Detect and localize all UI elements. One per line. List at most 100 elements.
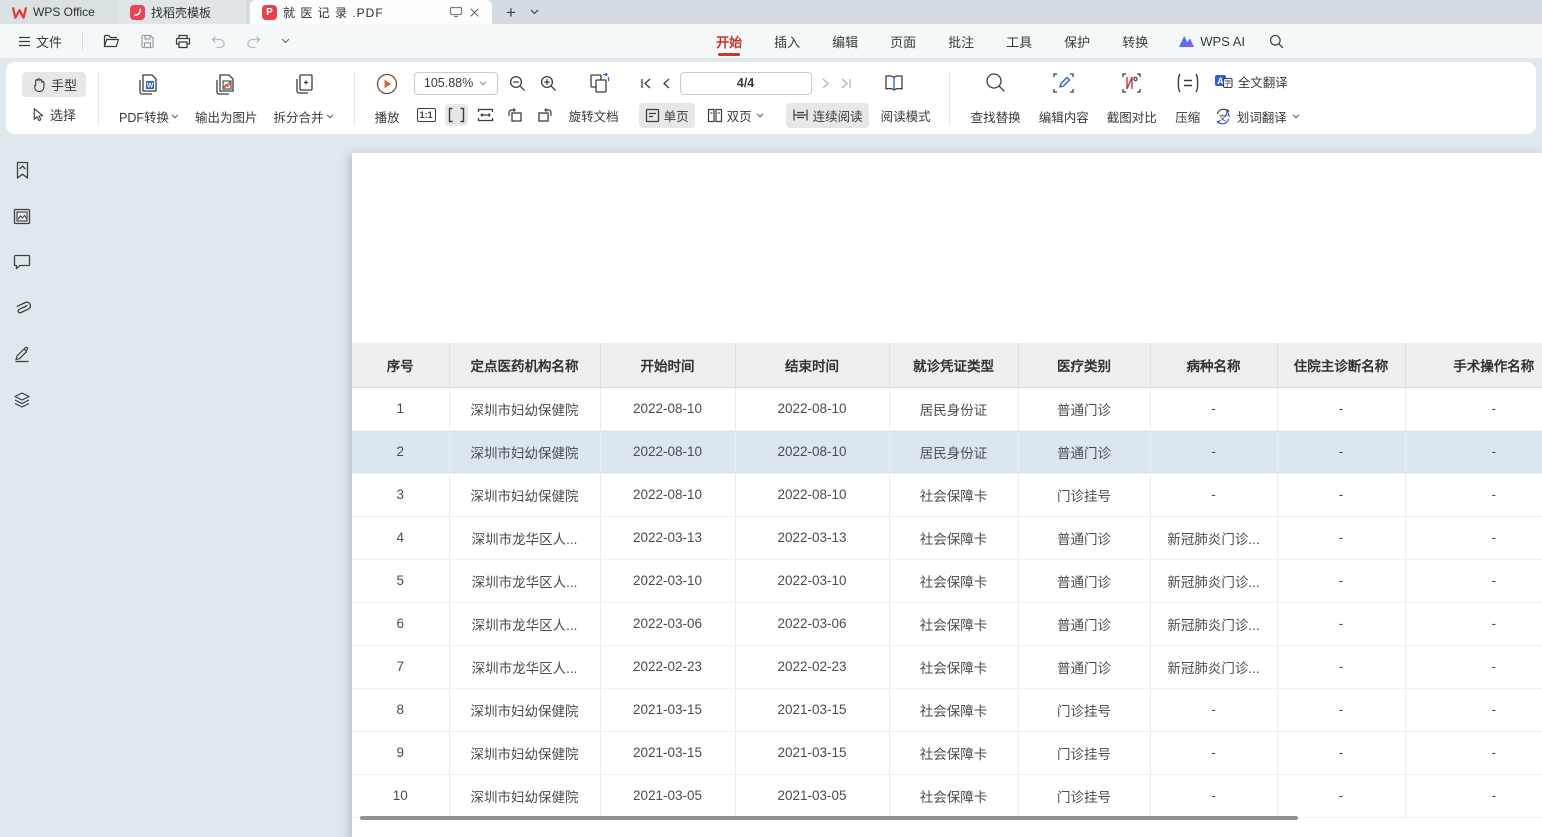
menu-tab-6[interactable]: 保护	[1048, 26, 1106, 57]
table-cell: 普通门诊	[1018, 387, 1150, 430]
cursor-icon	[31, 107, 45, 122]
play-button[interactable]: 播放	[367, 70, 408, 128]
table-row: 8深圳市妇幼保健院2021-03-152021-03-15社会保障卡门诊挂号--…	[352, 688, 1542, 731]
pdf-convert-button[interactable]: W PDF转换	[111, 70, 187, 128]
full-translate-icon: A 字	[1214, 74, 1233, 89]
first-page-button[interactable]	[640, 78, 652, 89]
rotate-document-button[interactable]: 旋转文档	[563, 103, 625, 128]
svg-text:A: A	[1224, 110, 1230, 119]
continuous-read-button[interactable]: 连续阅读	[786, 103, 869, 128]
undo-history-chevron-icon[interactable]	[275, 36, 296, 46]
layers-panel-button[interactable]	[10, 388, 34, 412]
bookmarks-panel-button[interactable]	[10, 158, 34, 182]
menu-tab-0[interactable]: 开始	[700, 26, 758, 57]
monitor-icon[interactable]	[449, 6, 463, 18]
zoom-out-button[interactable]	[506, 72, 529, 95]
single-page-button[interactable]: 单页	[639, 103, 695, 128]
tab-wps-home[interactable]: WPS Office	[0, 0, 118, 24]
read-mode-icon-slot[interactable]	[880, 70, 908, 96]
menu-tab-4[interactable]: 批注	[932, 26, 990, 57]
double-page-button[interactable]: 双页	[701, 103, 770, 128]
undo-button[interactable]	[205, 33, 232, 50]
select-tool-button[interactable]: 选择	[22, 102, 86, 127]
table-cell: -	[1405, 387, 1542, 430]
signature-panel-button[interactable]	[10, 342, 34, 366]
menu-tab-2[interactable]: 编辑	[816, 26, 874, 57]
single-page-label: 单页	[664, 106, 689, 125]
find-replace-button[interactable]: 查找替换	[962, 70, 1030, 128]
tab-docer-templates[interactable]: 找稻壳模板	[118, 0, 246, 24]
menu-tab-7[interactable]: 转换	[1106, 26, 1164, 57]
compress-button[interactable]: 压缩	[1166, 70, 1210, 128]
column-header-2: 开始时间	[600, 343, 735, 387]
next-page-button[interactable]	[822, 78, 830, 89]
window-tab-bar: WPS Office 找稻壳模板 P 就 医 记 录 .PDF +	[0, 0, 1542, 24]
menu-tab-5[interactable]: 工具	[990, 26, 1048, 57]
print-button[interactable]	[169, 32, 197, 51]
new-tab-button[interactable]: +	[506, 4, 516, 21]
table-cell: 社会保障卡	[889, 516, 1018, 559]
export-image-button[interactable]: 输出为图片	[187, 70, 266, 128]
table-cell: -	[1277, 688, 1405, 731]
rotate-left-button[interactable]	[503, 104, 527, 126]
table-cell: 普通门诊	[1018, 430, 1150, 473]
wps-ai-button[interactable]: WPS AI	[1164, 34, 1259, 49]
hamburger-icon	[18, 36, 31, 47]
hand-tool-button[interactable]: 手型	[22, 72, 86, 97]
zoom-in-button[interactable]	[537, 72, 560, 95]
export-image-label: 输出为图片	[195, 107, 258, 126]
table-cell: 深圳市妇幼保健院	[449, 387, 600, 430]
word-translate-button[interactable]: 文 A 划词翻译	[1214, 107, 1300, 126]
full-translate-button[interactable]: A 字 全文翻译	[1214, 72, 1300, 91]
split-merge-button[interactable]: 拆分合并	[266, 70, 342, 128]
redo-button[interactable]	[240, 33, 267, 50]
table-cell: -	[1150, 430, 1277, 473]
layers-icon	[13, 391, 31, 409]
chevron-down-icon	[1292, 114, 1300, 119]
file-menu-button[interactable]: 文件	[12, 29, 68, 54]
fit-width-button[interactable]	[474, 105, 497, 125]
table-cell: 2022-03-13	[735, 516, 889, 559]
table-cell: 2	[352, 430, 449, 473]
rotate-right-button[interactable]	[533, 104, 557, 126]
tab-list-chevron-icon[interactable]	[530, 9, 539, 15]
comments-panel-button[interactable]	[10, 250, 34, 274]
screenshot-compare-button[interactable]: 截图对比	[1098, 70, 1166, 128]
horizontal-scrollbar[interactable]	[360, 816, 1298, 820]
save-button[interactable]	[134, 32, 161, 51]
zoom-level-select[interactable]: 105.88%	[414, 72, 498, 95]
read-mode-button[interactable]: 阅读模式	[875, 103, 937, 128]
tab-document-active[interactable]: P 就 医 记 录 .PDF	[250, 0, 492, 24]
play-label: 播放	[375, 107, 400, 126]
previous-page-button[interactable]	[662, 78, 670, 89]
menu-tab-3[interactable]: 页面	[874, 26, 932, 57]
column-header-7: 住院主诊断名称	[1277, 343, 1405, 387]
table-cell: 5	[352, 559, 449, 602]
chevron-down-icon	[326, 114, 334, 119]
column-header-4: 就诊凭证类型	[889, 343, 1018, 387]
page-number-input[interactable]: 4/4	[680, 72, 812, 95]
table-cell: 社会保障卡	[889, 774, 1018, 817]
table-cell: 深圳市龙华区人...	[449, 645, 600, 688]
find-replace-label: 查找替换	[971, 107, 1021, 126]
last-page-button[interactable]	[840, 78, 852, 89]
thumbnails-panel-button[interactable]	[10, 204, 34, 228]
open-file-button[interactable]	[97, 32, 126, 50]
search-button[interactable]	[1259, 34, 1294, 49]
close-tab-icon[interactable]	[469, 7, 480, 18]
tab-label: WPS Office	[33, 5, 95, 19]
fit-page-button[interactable]	[445, 104, 468, 126]
chevron-down-icon	[756, 113, 764, 118]
table-cell: 2021-03-15	[600, 688, 735, 731]
table-cell: 10	[352, 774, 449, 817]
table-row: 9深圳市妇幼保健院2021-03-152021-03-15社会保障卡门诊挂号--…	[352, 731, 1542, 774]
table-cell: 深圳市龙华区人...	[449, 559, 600, 602]
attachments-panel-button[interactable]	[10, 296, 34, 320]
replace-pages-button[interactable]	[584, 69, 614, 97]
actual-size-button[interactable]: 1:1	[414, 105, 439, 125]
pdf-page: 序号定点医药机构名称开始时间结束时间就诊凭证类型医疗类别病种名称住院主诊断名称手…	[352, 153, 1542, 837]
table-cell: 普通门诊	[1018, 559, 1150, 602]
menu-tab-1[interactable]: 插入	[758, 26, 816, 57]
edit-content-button[interactable]: 编辑内容	[1030, 70, 1098, 128]
divider	[98, 72, 99, 126]
